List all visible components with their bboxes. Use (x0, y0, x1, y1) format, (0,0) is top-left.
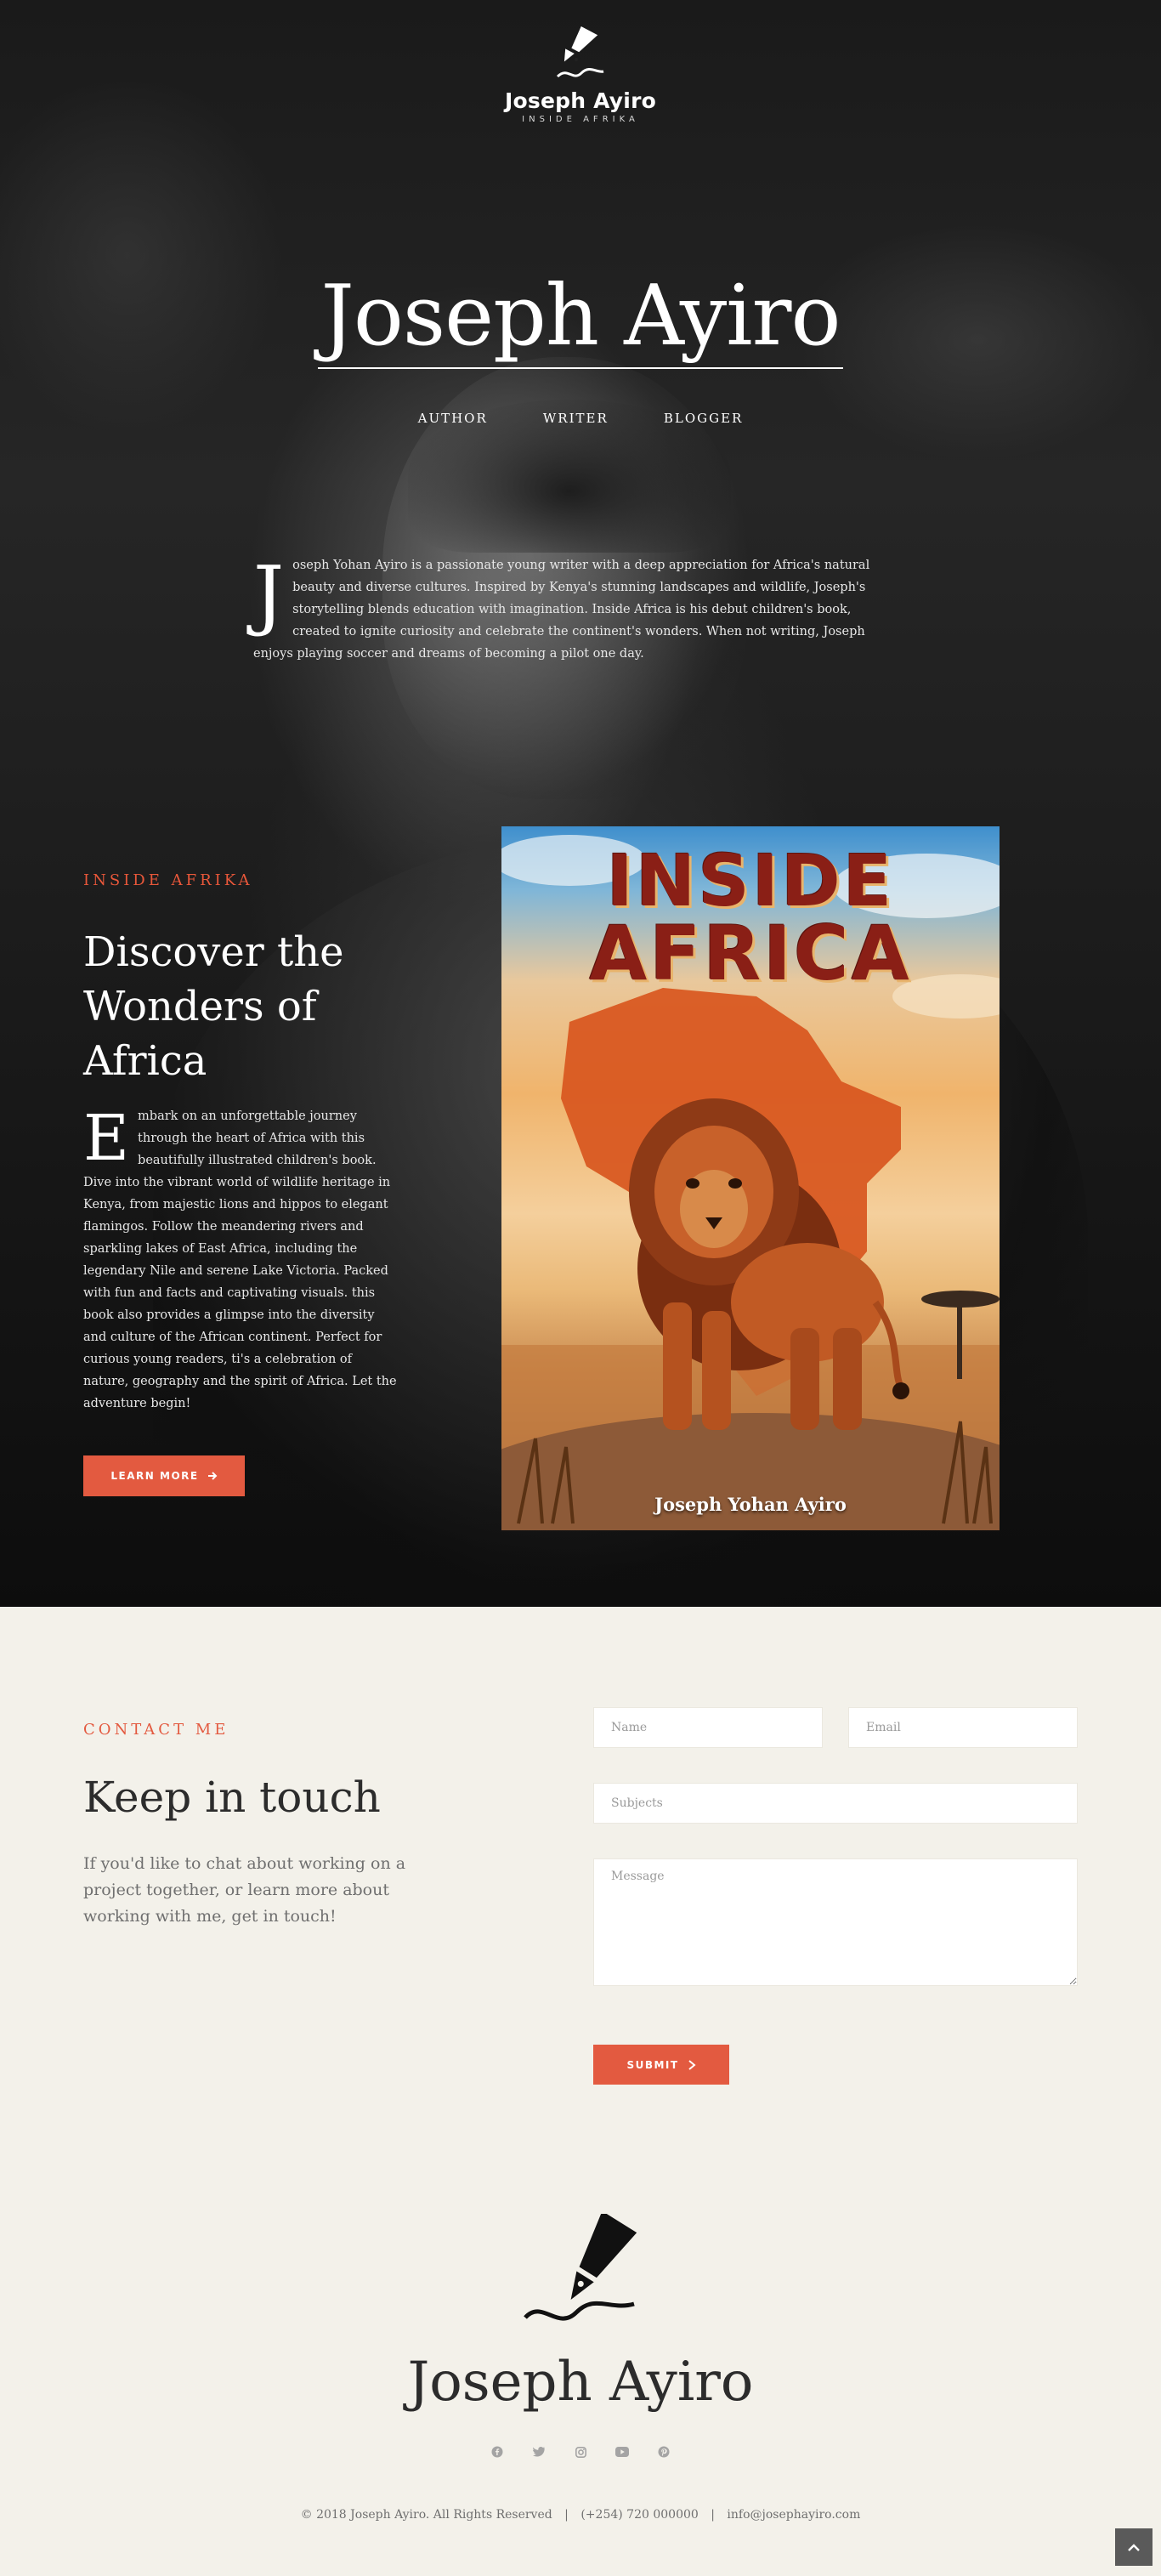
role-author: AUTHOR (417, 411, 488, 426)
fountain-pen-icon (556, 26, 604, 78)
hero-title: Joseph Ayiro (317, 265, 844, 369)
hero-roles: AUTHOR WRITER BLOGGER (0, 410, 1161, 426)
cover-title-line1: INSIDE (606, 839, 895, 922)
arrow-right-icon (207, 1472, 217, 1480)
name-input[interactable] (593, 1707, 823, 1748)
book-section-label: INSIDE AFRIKA (83, 871, 253, 889)
book-description: E mbark on an unforgettable journey thro… (83, 1105, 399, 1415)
cover-title-line2: AFRICA (589, 910, 912, 997)
chevron-up-icon (1128, 2544, 1140, 2551)
book-dropcap: E (83, 1102, 130, 1175)
chevron-right-icon (688, 2059, 696, 2070)
contact-text: If you'd like to chat about working on a… (83, 1854, 406, 1926)
youtube-icon[interactable] (614, 2444, 630, 2460)
separator: | (564, 2508, 569, 2522)
back-to-top-button[interactable] (1115, 2528, 1153, 2566)
book-heading: Discover the Wonders of Africa (83, 928, 344, 1085)
subject-input[interactable] (593, 1783, 1078, 1824)
cover-author: Joseph Yohan Ayiro (654, 1494, 847, 1515)
learn-more-label: LEARN MORE (110, 1470, 199, 1482)
contact-heading: Keep in touch (83, 1773, 381, 1822)
footer-name: Joseph Ayiro (407, 2351, 754, 2414)
message-textarea[interactable] (593, 1858, 1078, 1986)
role-writer: WRITER (542, 411, 609, 426)
facebook-icon[interactable] (490, 2444, 505, 2460)
logo-tagline: INSIDE AFRIKA (522, 115, 639, 124)
instagram-icon[interactable] (573, 2444, 588, 2460)
fountain-pen-icon (524, 2214, 637, 2321)
bio-dropcap: J (253, 550, 285, 639)
learn-more-button[interactable]: LEARN MORE (83, 1455, 245, 1496)
twitter-icon[interactable] (531, 2444, 547, 2460)
hero-title-wrap: Joseph Ayiro (0, 265, 1161, 369)
separator: | (711, 2508, 715, 2522)
book-description-text: mbark on an unforgettable journey throug… (83, 1109, 397, 1410)
site-logo[interactable]: Joseph Ayiro INSIDE AFRIKA (0, 24, 1161, 124)
pinterest-icon[interactable] (656, 2444, 671, 2460)
email-input[interactable] (848, 1707, 1078, 1748)
contact-label: CONTACT ME (83, 1721, 229, 1739)
hero-section: Joseph Ayiro INSIDE AFRIKA Joseph Ayiro … (0, 0, 1161, 1607)
book-cover[interactable]: INSIDE AFRICA Joseph Yohan Ayiro (501, 826, 1000, 1530)
copyright-text: © 2018 Joseph Ayiro. All Rights Reserved (300, 2508, 552, 2522)
footer-email[interactable]: info@josephayiro.com (727, 2508, 860, 2522)
footer-bottom-line: © 2018 Joseph Ayiro. All Rights Reserved… (0, 2508, 1161, 2522)
footer-phone[interactable]: (+254) 720 000000 (580, 2508, 698, 2522)
author-bio: J oseph Yohan Ayiro is a passionate youn… (253, 554, 899, 665)
social-links (0, 2444, 1161, 2460)
submit-button[interactable]: SUBMIT (593, 2045, 729, 2085)
bio-text: oseph Yohan Ayiro is a passionate young … (253, 559, 870, 661)
logo-name: Joseph Ayiro (505, 88, 656, 113)
role-blogger: BLOGGER (663, 411, 744, 426)
submit-label: SUBMIT (626, 2058, 679, 2071)
